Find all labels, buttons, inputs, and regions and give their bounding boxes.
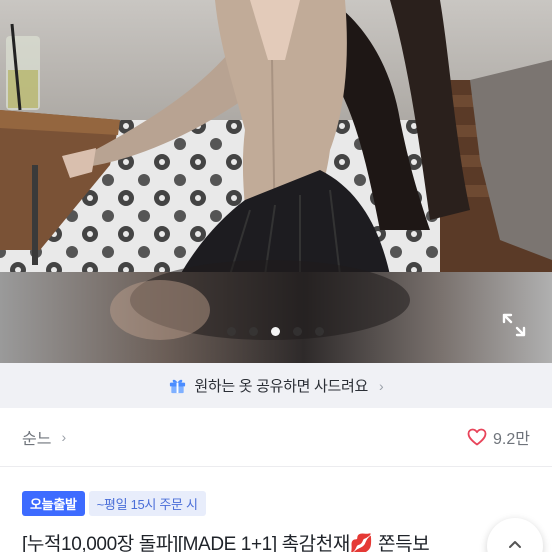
like-count: 9.2만: [493, 431, 530, 448]
fullscreen-expand-icon[interactable]: [500, 311, 528, 339]
seller-link[interactable]: 순느 ›: [22, 425, 66, 449]
carousel-dot[interactable]: [314, 327, 324, 336]
share-request-banner[interactable]: 원하는 옷 공유하면 사드려요 ›: [0, 363, 552, 408]
chevron-right-icon: ›: [378, 377, 384, 394]
chevron-right-icon: ›: [61, 429, 67, 445]
seller-name: 순느: [22, 431, 52, 448]
carousel-dot[interactable]: [226, 327, 236, 336]
heart-outline-icon: [467, 428, 487, 446]
carousel-dot[interactable]: [248, 327, 258, 336]
carousel-dot[interactable]: [292, 327, 302, 336]
seller-row: 순느 › 9.2만: [0, 408, 552, 467]
product-title: [누적10,000장 돌파][MADE 1+1] 촉감천재💋 쫀득보: [22, 534, 430, 552]
like-button[interactable]: 9.2만: [467, 425, 530, 449]
product-photo: [0, 0, 552, 363]
same-day-shipping-badge: 오늘출발: [22, 491, 85, 516]
carousel-indicator: [0, 327, 552, 336]
share-banner-text: 원하는 옷 공유하면 사드려요: [194, 378, 368, 395]
carousel-dot[interactable]: [270, 327, 280, 336]
arrow-up-icon: [509, 541, 521, 548]
shipping-cutoff-badge: ~평일 15시 주문 시: [88, 491, 206, 516]
product-image-carousel[interactable]: [0, 0, 552, 363]
gift-icon: [170, 379, 186, 394]
shipping-badges: 오늘출발 ~평일 15시 주문 시: [22, 491, 206, 516]
